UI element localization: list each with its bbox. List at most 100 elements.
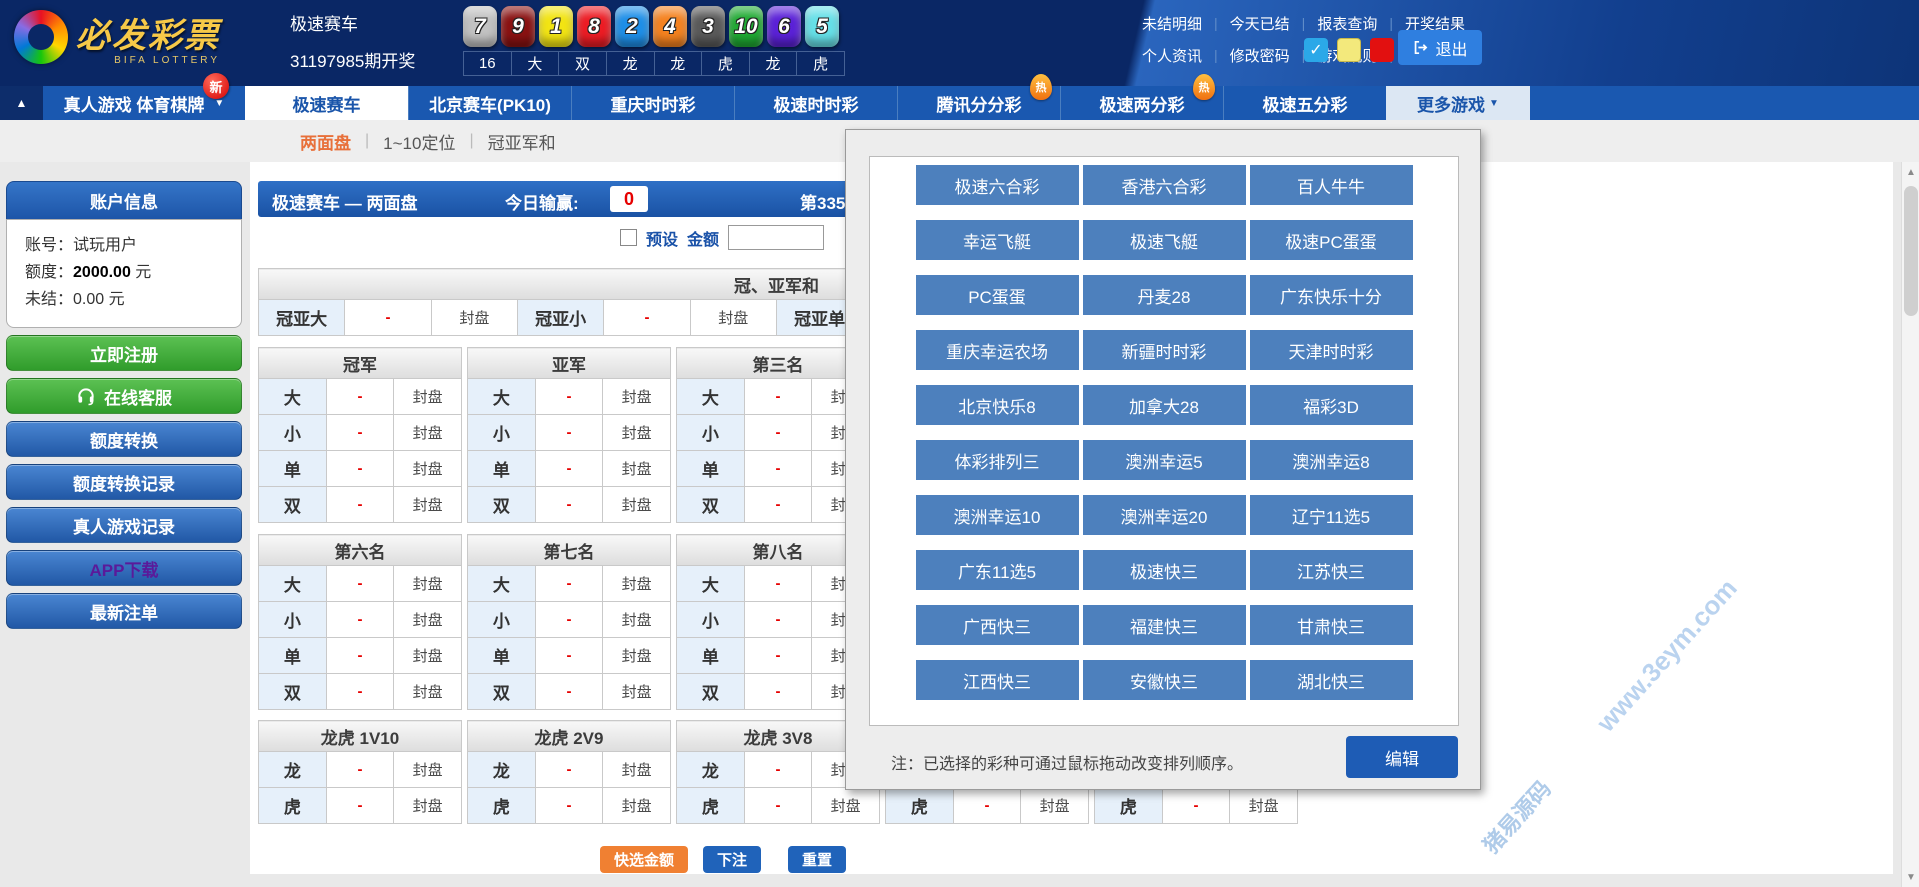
sidebar-button-额度转换记录[interactable]: 额度转换记录	[6, 464, 242, 500]
bet-odds-cell[interactable]: -	[326, 379, 394, 415]
bet-odds-cell[interactable]: -	[744, 451, 812, 487]
scroll-down-icon[interactable]: ▼	[1902, 867, 1919, 887]
bet-closed-cell[interactable]: 封盘	[431, 300, 517, 336]
game-button-PC蛋蛋[interactable]: PC蛋蛋	[916, 275, 1079, 315]
game-button-广东快乐十分[interactable]: 广东快乐十分	[1250, 275, 1413, 315]
bet-odds-cell[interactable]: -	[604, 300, 690, 336]
bet-odds-cell[interactable]: -	[326, 566, 394, 602]
bet-closed-cell[interactable]: 封盘	[603, 487, 671, 523]
sidebar-button-在线客服[interactable]: 在线客服	[6, 378, 242, 414]
header-link[interactable]: 报表查询	[1317, 13, 1377, 34]
bet-odds-cell[interactable]: -	[744, 638, 812, 674]
bet-closed-cell[interactable]: 封盘	[394, 379, 462, 415]
breadcrumb-item[interactable]: 冠亚军和	[488, 129, 556, 154]
bet-closed-cell[interactable]: 封盘	[394, 674, 462, 710]
bet-odds-cell[interactable]: -	[326, 674, 394, 710]
vertical-scrollbar[interactable]: ▲ ▼	[1901, 162, 1919, 887]
bet-odds-cell[interactable]: -	[345, 300, 431, 336]
bet-closed-cell[interactable]: 封盘	[394, 788, 462, 824]
game-button-湖北快三[interactable]: 湖北快三	[1250, 660, 1413, 700]
bet-closed-cell[interactable]: 封盘	[1230, 788, 1298, 824]
game-button-北京快乐8[interactable]: 北京快乐8	[916, 385, 1079, 425]
red-chip[interactable]	[1370, 38, 1394, 62]
sidebar-button-APP下载[interactable]: APP下载	[6, 550, 242, 586]
bet-odds-cell[interactable]: -	[326, 602, 394, 638]
bet-closed-cell[interactable]: 封盘	[603, 638, 671, 674]
bet-odds-cell[interactable]: -	[1162, 788, 1230, 824]
bet-odds-cell[interactable]: -	[953, 788, 1021, 824]
game-button-澳洲幸运5[interactable]: 澳洲幸运5	[1083, 440, 1246, 480]
bet-odds-cell[interactable]: -	[326, 487, 394, 523]
bet-odds-cell[interactable]: -	[326, 788, 394, 824]
tab-game[interactable]: 极速时时彩	[734, 86, 897, 120]
game-button-新疆时时彩[interactable]: 新疆时时彩	[1083, 330, 1246, 370]
yellow-chip[interactable]	[1337, 38, 1361, 62]
bet-odds-cell[interactable]: -	[744, 788, 812, 824]
tab-game[interactable]: 腾讯分分彩热	[897, 86, 1060, 120]
game-button-加拿大28[interactable]: 加拿大28	[1083, 385, 1246, 425]
game-button-极速PC蛋蛋[interactable]: 极速PC蛋蛋	[1250, 220, 1413, 260]
game-button-福建快三[interactable]: 福建快三	[1083, 605, 1246, 645]
game-button-天津时时彩[interactable]: 天津时时彩	[1250, 330, 1413, 370]
place-bet-button[interactable]: 下注	[703, 846, 761, 873]
bet-odds-cell[interactable]: -	[535, 379, 603, 415]
amount-input[interactable]	[728, 225, 824, 250]
game-button-极速六合彩[interactable]: 极速六合彩	[916, 165, 1079, 205]
bet-closed-cell[interactable]: 封盘	[603, 379, 671, 415]
logout-button[interactable]: 退出	[1398, 30, 1482, 65]
game-button-香港六合彩[interactable]: 香港六合彩	[1083, 165, 1246, 205]
bet-closed-cell[interactable]: 封盘	[603, 752, 671, 788]
game-button-幸运飞艇[interactable]: 幸运飞艇	[916, 220, 1079, 260]
bet-odds-cell[interactable]: -	[744, 674, 812, 710]
game-button-澳洲幸运20[interactable]: 澳洲幸运20	[1083, 495, 1246, 535]
bet-closed-cell[interactable]: 封盘	[812, 788, 880, 824]
header-link[interactable]: 今天已结	[1230, 13, 1290, 34]
bet-closed-cell[interactable]: 封盘	[394, 752, 462, 788]
header-link[interactable]: 未结明细	[1142, 13, 1202, 34]
game-button-辽宁11选5[interactable]: 辽宁11选5	[1250, 495, 1413, 535]
bet-closed-cell[interactable]: 封盘	[603, 566, 671, 602]
tab-game[interactable]: 重庆时时彩	[571, 86, 734, 120]
game-button-江西快三[interactable]: 江西快三	[916, 660, 1079, 700]
sidebar-button-立即注册[interactable]: 立即注册	[6, 335, 242, 371]
tab-game[interactable]: 北京赛车(PK10)	[408, 86, 571, 120]
bet-odds-cell[interactable]: -	[744, 487, 812, 523]
bet-odds-cell[interactable]: -	[535, 451, 603, 487]
bet-odds-cell[interactable]: -	[744, 602, 812, 638]
game-button-江苏快三[interactable]: 江苏快三	[1250, 550, 1413, 590]
bet-closed-cell[interactable]: 封盘	[603, 451, 671, 487]
game-button-福彩3D[interactable]: 福彩3D	[1250, 385, 1413, 425]
bet-odds-cell[interactable]: -	[744, 566, 812, 602]
bet-closed-cell[interactable]: 封盘	[394, 566, 462, 602]
blue-checkbox[interactable]: ✓	[1304, 38, 1328, 62]
game-button-百人牛牛[interactable]: 百人牛牛	[1250, 165, 1413, 205]
quick-amount-button[interactable]: 快选金额	[600, 846, 688, 873]
bet-closed-cell[interactable]: 封盘	[603, 602, 671, 638]
tab-game[interactable]: 极速两分彩热	[1060, 86, 1223, 120]
game-button-澳洲幸运8[interactable]: 澳洲幸运8	[1250, 440, 1413, 480]
bet-odds-cell[interactable]: -	[744, 379, 812, 415]
tab-more-games[interactable]: 更多游戏▼	[1386, 86, 1530, 120]
game-button-极速快三[interactable]: 极速快三	[1083, 550, 1246, 590]
bet-odds-cell[interactable]: -	[535, 674, 603, 710]
game-button-澳洲幸运10[interactable]: 澳洲幸运10	[916, 495, 1079, 535]
bet-odds-cell[interactable]: -	[535, 415, 603, 451]
preset-checkbox[interactable]	[620, 229, 637, 246]
bet-closed-cell[interactable]: 封盘	[603, 788, 671, 824]
scrollbar-thumb[interactable]	[1904, 186, 1918, 316]
bet-odds-cell[interactable]: -	[326, 638, 394, 674]
game-button-广东11选5[interactable]: 广东11选5	[916, 550, 1079, 590]
edit-button[interactable]: 编辑	[1346, 736, 1458, 778]
scroll-up-icon[interactable]: ▲	[1902, 162, 1919, 182]
bet-odds-cell[interactable]: -	[744, 752, 812, 788]
bet-odds-cell[interactable]: -	[535, 602, 603, 638]
bet-odds-cell[interactable]: -	[535, 566, 603, 602]
bet-odds-cell[interactable]: -	[744, 415, 812, 451]
game-button-广西快三[interactable]: 广西快三	[916, 605, 1079, 645]
sidebar-button-额度转换[interactable]: 额度转换	[6, 421, 242, 457]
sidebar-button-最新注单[interactable]: 最新注单	[6, 593, 242, 629]
bet-odds-cell[interactable]: -	[535, 487, 603, 523]
bet-odds-cell[interactable]: -	[535, 788, 603, 824]
tab-game[interactable]: 极速五分彩	[1223, 86, 1386, 120]
logo[interactable]: 必发彩票 BIFA LOTTERY	[14, 8, 220, 66]
